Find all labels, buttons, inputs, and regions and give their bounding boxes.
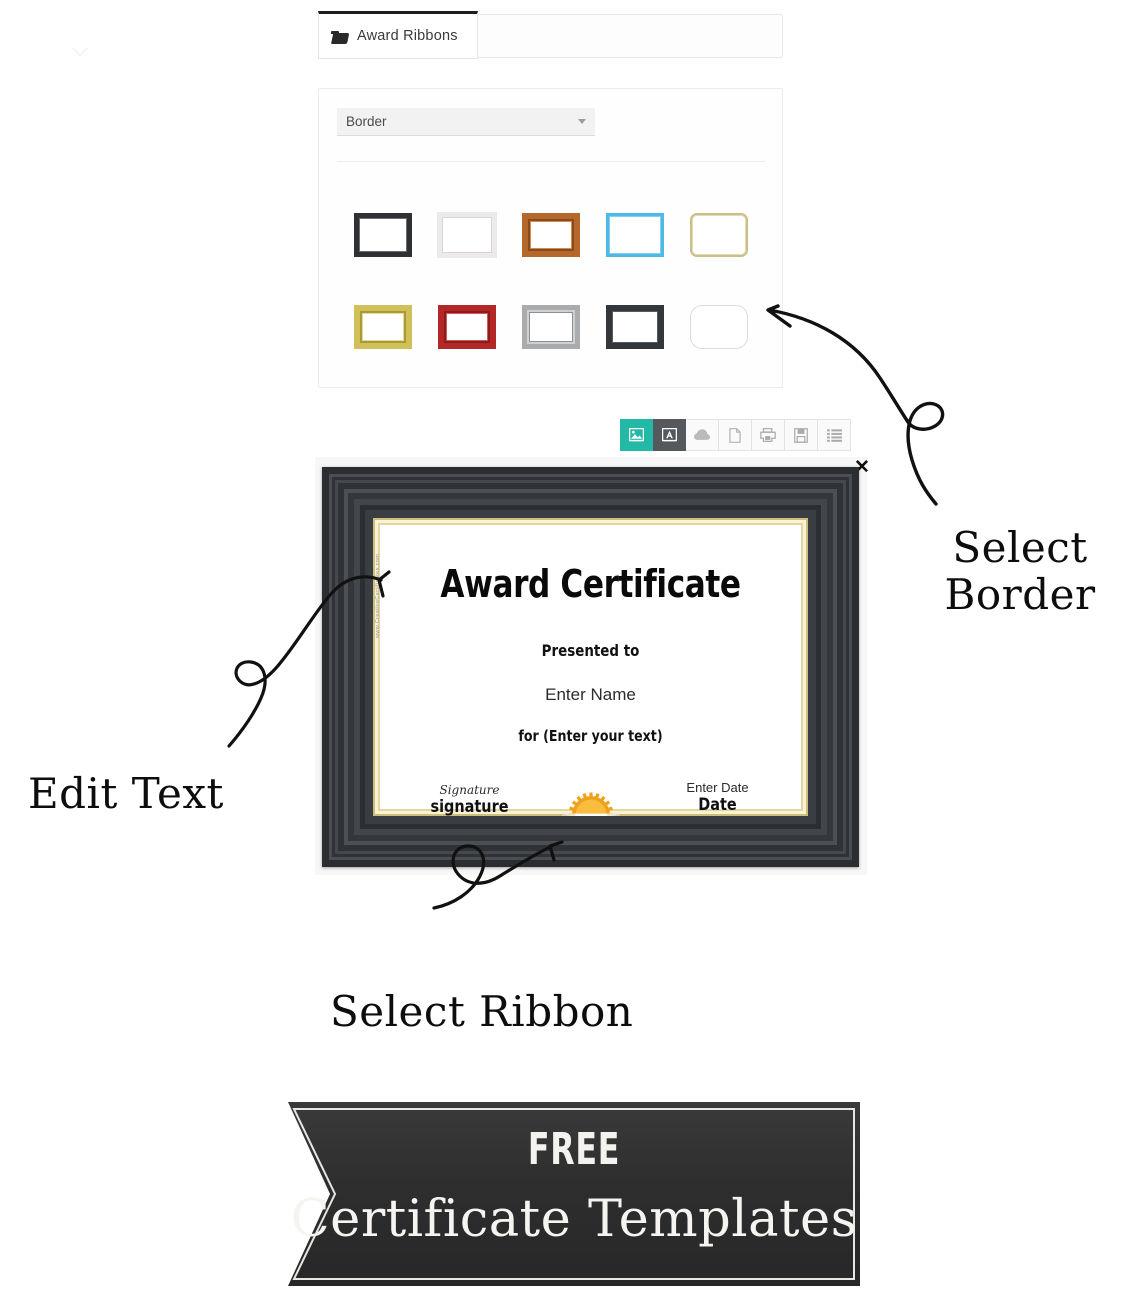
gold-ribbon-seal-icon[interactable] bbox=[560, 786, 622, 816]
border-thumb-blue[interactable] bbox=[593, 189, 677, 281]
editor-toolbar bbox=[620, 419, 851, 451]
recipient-name-field[interactable]: Enter Name bbox=[373, 685, 808, 705]
date-field: Enter Date bbox=[686, 780, 749, 795]
red-frame-icon bbox=[438, 305, 496, 349]
rounded-outline-frame-icon bbox=[690, 305, 748, 349]
border-thumb-silver[interactable] bbox=[509, 281, 593, 373]
save-icon bbox=[794, 427, 808, 443]
border-thumb-wood[interactable] bbox=[509, 189, 593, 281]
gold-ornate-frame-icon bbox=[690, 213, 748, 257]
annotation-select-border: Select Border bbox=[905, 524, 1135, 618]
border-thumbnail-row bbox=[341, 281, 761, 373]
toolbar-text-button[interactable] bbox=[653, 419, 686, 451]
signature-script-text: Signature bbox=[439, 783, 500, 797]
annotation-select-ribbon: Select Ribbon bbox=[330, 987, 634, 1036]
border-thumbnail-row bbox=[341, 189, 761, 281]
black-frame-icon bbox=[354, 213, 412, 257]
border-thumb-white[interactable] bbox=[425, 189, 509, 281]
border-picker-panel: Border bbox=[318, 88, 783, 388]
watermark-text: www.CreativeCertificates.com bbox=[375, 553, 381, 638]
print-icon bbox=[760, 428, 776, 442]
text-icon bbox=[661, 428, 677, 442]
charcoal-frame-icon bbox=[606, 305, 664, 349]
silver-frame-icon bbox=[522, 305, 580, 349]
date-label: Date bbox=[698, 795, 737, 815]
border-thumbnail-grid bbox=[341, 189, 761, 373]
chevron-down-icon bbox=[578, 119, 586, 124]
list-icon bbox=[826, 428, 842, 442]
cloud-icon bbox=[694, 429, 710, 440]
annotation-edit-text: Edit Text bbox=[28, 769, 224, 818]
border-select[interactable]: Border bbox=[337, 108, 595, 136]
annotation-select-border-line1: Select bbox=[952, 523, 1088, 572]
banner-free-text: FREE bbox=[527, 1124, 621, 1175]
border-thumb-red[interactable] bbox=[425, 281, 509, 373]
toolbar-document-button[interactable] bbox=[719, 419, 752, 451]
tab-pointer-caret bbox=[72, 47, 88, 55]
toolbar-save-button[interactable] bbox=[785, 419, 818, 451]
free-certificate-templates-banner: FREE Certificate Templates bbox=[288, 1098, 860, 1290]
document-icon bbox=[729, 427, 741, 443]
annotation-select-border-line2: Border bbox=[944, 570, 1096, 620]
toolbar-cloud-button[interactable] bbox=[686, 419, 719, 451]
border-thumb-charcoal[interactable] bbox=[593, 281, 677, 373]
certificate-title[interactable]: Award Certificate bbox=[412, 562, 769, 606]
border-thumb-gold-ornate[interactable] bbox=[677, 189, 761, 281]
blue-frame-icon bbox=[606, 213, 664, 257]
signature-label: signature bbox=[430, 797, 509, 816]
border-thumb-rounded-outline[interactable] bbox=[677, 281, 761, 373]
wood-frame-icon bbox=[522, 213, 580, 257]
gold-frame-icon bbox=[354, 305, 412, 349]
toolbar-list-button[interactable] bbox=[818, 419, 851, 451]
tab-label: Award Ribbons bbox=[357, 28, 458, 44]
border-thumb-black[interactable] bbox=[341, 189, 425, 281]
banner-subtitle-text: Certificate Templates bbox=[290, 1190, 858, 1249]
certificate-canvas: www.CreativeCertificates.com Award Certi… bbox=[373, 518, 808, 816]
reason-field[interactable]: for (Enter your text) bbox=[408, 727, 773, 745]
presented-to-label[interactable]: Presented to bbox=[408, 641, 773, 660]
folder-icon bbox=[331, 30, 348, 44]
toolbar-image-button[interactable] bbox=[620, 419, 653, 451]
border-select-value: Border bbox=[346, 114, 387, 129]
toolbar-print-button[interactable] bbox=[752, 419, 785, 451]
certificate-frame[interactable]: www.CreativeCertificates.com Award Certi… bbox=[322, 467, 859, 867]
tab-award-ribbons[interactable]: Award Ribbons bbox=[318, 11, 478, 59]
border-thumb-gold[interactable] bbox=[341, 281, 425, 373]
white-frame-icon bbox=[438, 213, 496, 257]
date-block[interactable]: Enter Date Date bbox=[655, 780, 780, 815]
signature-block[interactable]: Signature signature bbox=[407, 783, 532, 816]
certificate-preview: ✕ www.CreativeCertificates.com Award Cer… bbox=[315, 457, 870, 875]
picker-divider bbox=[337, 161, 765, 162]
image-icon bbox=[629, 428, 644, 442]
